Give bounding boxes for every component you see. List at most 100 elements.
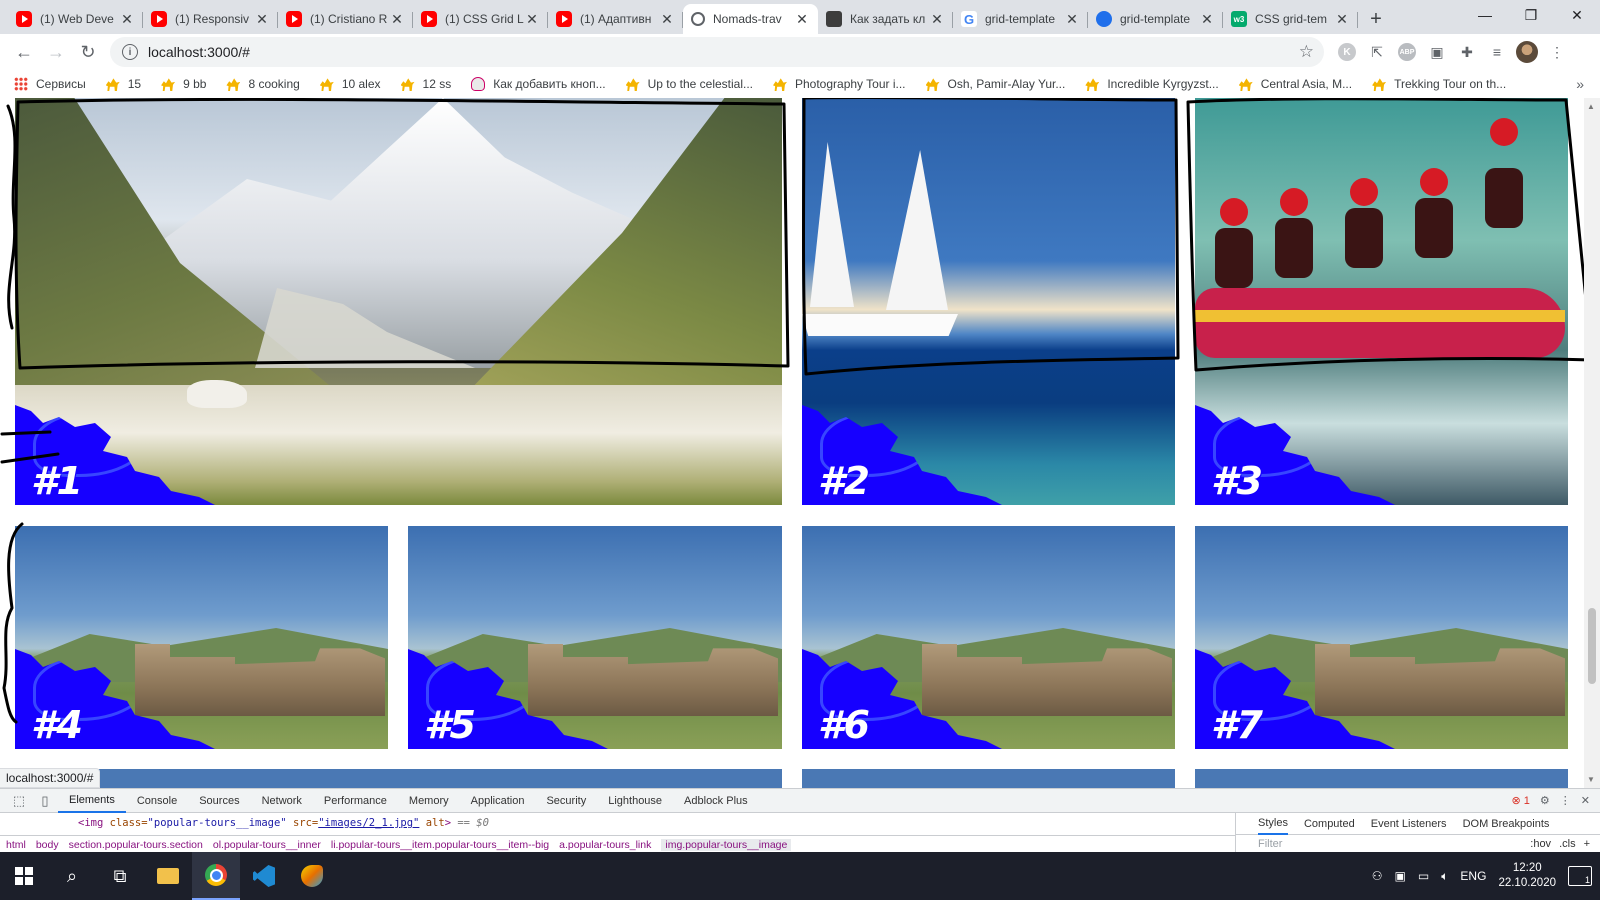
- bookmark-item[interactable]: Central Asia, M...: [1238, 77, 1352, 91]
- next-row-card[interactable]: [802, 769, 1175, 788]
- page-scrollbar[interactable]: ▲ ▼: [1584, 98, 1600, 788]
- browser-tab[interactable]: Nomads-trav ✕: [683, 4, 818, 34]
- breadcrumb-item[interactable]: img.popular-tours__image: [661, 838, 792, 851]
- filter-input[interactable]: Filter: [1258, 838, 1282, 850]
- reload-icon[interactable]: ↻: [72, 36, 104, 68]
- devtools-tab-elements[interactable]: Elements: [58, 789, 126, 813]
- devtools-tab-adblock-plus[interactable]: Adblock Plus: [673, 789, 759, 813]
- browser-tab[interactable]: (1) Web Deve ✕: [8, 4, 143, 34]
- close-devtools-icon[interactable]: ✕: [1581, 794, 1590, 807]
- media-control-icon[interactable]: ≡: [1482, 37, 1512, 67]
- breadcrumb-item[interactable]: ol.popular-tours__inner: [213, 839, 321, 851]
- adblock-extension-icon[interactable]: ABP: [1398, 43, 1416, 61]
- bookmark-item[interactable]: Incredible Kyrgyzst...: [1085, 77, 1219, 91]
- bookmark-item[interactable]: Osh, Pamir-Alay Yur...: [925, 77, 1065, 91]
- bookmark-item[interactable]: 8 cooking: [226, 77, 300, 91]
- sidebar-tab-dom-breakpoints[interactable]: DOM Breakpoints: [1463, 818, 1550, 830]
- task-view-icon[interactable]: ⧉: [96, 852, 144, 900]
- address-bar[interactable]: i localhost:3000/# ☆: [110, 37, 1324, 67]
- bookmark-item[interactable]: 12 ss: [400, 77, 451, 91]
- scroll-up-icon[interactable]: ▲: [1587, 102, 1595, 111]
- devtools-menu-icon[interactable]: ⋮: [1560, 794, 1571, 807]
- chrome-taskbar-button[interactable]: [192, 852, 240, 900]
- browser-tab[interactable]: (1) CSS Grid L ✕: [413, 4, 548, 34]
- devtools-tab-sources[interactable]: Sources: [188, 789, 250, 813]
- new-tab-button[interactable]: +: [1358, 4, 1394, 34]
- profile-avatar[interactable]: [1516, 41, 1538, 63]
- breadcrumb-item[interactable]: a.popular-tours_link: [559, 839, 651, 851]
- browser-tab[interactable]: (1) Адаптивн ✕: [548, 4, 683, 34]
- bookmark-star-icon[interactable]: ☆: [1299, 42, 1314, 62]
- notifications-icon[interactable]: 1: [1568, 866, 1592, 886]
- tab-close-icon[interactable]: ✕: [794, 11, 810, 28]
- extension-picture-icon[interactable]: ▣: [1422, 37, 1452, 67]
- error-count-badge[interactable]: ⊗ 1: [1512, 794, 1530, 807]
- tray-app-icon[interactable]: ▣: [1395, 869, 1406, 883]
- filter-option[interactable]: +: [1584, 838, 1590, 850]
- tab-close-icon[interactable]: ✕: [524, 11, 540, 28]
- minimize-icon[interactable]: —: [1462, 0, 1508, 30]
- settings-gear-icon[interactable]: ⚙: [1540, 794, 1550, 807]
- site-info-icon[interactable]: i: [122, 44, 138, 60]
- tab-close-icon[interactable]: ✕: [389, 11, 405, 28]
- devtools-tab-lighthouse[interactable]: Lighthouse: [597, 789, 673, 813]
- scroll-down-icon[interactable]: ▼: [1587, 775, 1595, 784]
- tab-close-icon[interactable]: ✕: [1199, 11, 1215, 28]
- bookmark-item[interactable]: Photography Tour i...: [773, 77, 906, 91]
- devtools-tab-console[interactable]: Console: [126, 789, 188, 813]
- tab-close-icon[interactable]: ✕: [254, 11, 270, 28]
- file-explorer-button[interactable]: [144, 852, 192, 900]
- sidebar-tab-event-listeners[interactable]: Event Listeners: [1371, 818, 1447, 830]
- styles-filter[interactable]: Filter :hov .cls +: [1236, 835, 1600, 853]
- restore-icon[interactable]: ❐: [1508, 0, 1554, 30]
- network-icon[interactable]: ▭: [1418, 869, 1429, 883]
- menu-kebab-icon[interactable]: ⋮: [1542, 37, 1572, 67]
- browser-tab[interactable]: (1) Responsiv ✕: [143, 4, 278, 34]
- devtools-tab-performance[interactable]: Performance: [313, 789, 398, 813]
- browser-tab[interactable]: w3 CSS grid-tem ✕: [1223, 4, 1358, 34]
- tab-close-icon[interactable]: ✕: [1064, 11, 1080, 28]
- next-row-card[interactable]: [15, 769, 782, 788]
- bookmark-item[interactable]: Сервисы: [14, 77, 86, 91]
- devtools-tab-application[interactable]: Application: [460, 789, 536, 813]
- breadcrumb-item[interactable]: body: [36, 839, 59, 851]
- tab-close-icon[interactable]: ✕: [119, 11, 135, 28]
- devtools-tab-security[interactable]: Security: [535, 789, 597, 813]
- tour-card-2[interactable]: #2: [802, 98, 1175, 505]
- selected-node-line[interactable]: <img class="popular-tours__image" src="i…: [78, 817, 489, 829]
- tour-card-3[interactable]: #3: [1195, 98, 1568, 505]
- bookmark-item[interactable]: Up to the celestial...: [625, 77, 753, 91]
- image-src-link[interactable]: "images/2_1.jpg": [318, 817, 419, 829]
- breadcrumb-item[interactable]: section.popular-tours.section: [69, 839, 203, 851]
- volume-icon[interactable]: 🔈︎: [1441, 869, 1448, 884]
- people-icon[interactable]: ⚇: [1372, 869, 1383, 883]
- sidebar-tab-styles[interactable]: Styles: [1258, 813, 1288, 835]
- tour-card-6[interactable]: #6: [802, 526, 1175, 749]
- k-extension-icon[interactable]: K: [1338, 43, 1356, 61]
- search-icon[interactable]: ⌕: [48, 852, 96, 900]
- bookmarks-overflow-icon[interactable]: »: [1576, 76, 1584, 92]
- scrollbar-thumb[interactable]: [1588, 608, 1596, 684]
- tab-close-icon[interactable]: ✕: [1334, 11, 1350, 28]
- sidebar-tab-computed[interactable]: Computed: [1304, 818, 1355, 830]
- clock[interactable]: 12:20 22.10.2020: [1498, 861, 1556, 891]
- tour-card-1[interactable]: #1: [15, 98, 782, 505]
- devtools-tab-network[interactable]: Network: [251, 789, 313, 813]
- browser-tab[interactable]: grid-template ✕: [1088, 4, 1223, 34]
- devtools-tab-memory[interactable]: Memory: [398, 789, 460, 813]
- bookmark-item[interactable]: Trekking Tour on th...: [1372, 77, 1506, 91]
- browser-tab[interactable]: Как задать кл ✕: [818, 4, 953, 34]
- push-extension-icon[interactable]: ⇱: [1362, 37, 1392, 67]
- bookmark-item[interactable]: Как добавить кноп...: [471, 77, 606, 91]
- tour-card-5[interactable]: #5: [408, 526, 782, 749]
- filter-option[interactable]: .cls: [1559, 838, 1576, 850]
- parrot-app-button[interactable]: [288, 852, 336, 900]
- tab-close-icon[interactable]: ✕: [929, 11, 945, 28]
- vscode-taskbar-button[interactable]: [240, 852, 288, 900]
- back-icon[interactable]: ←: [8, 36, 40, 68]
- tour-card-4[interactable]: #4: [15, 526, 388, 749]
- bookmark-item[interactable]: 15: [105, 77, 141, 91]
- bookmark-item[interactable]: 9 bb: [161, 77, 206, 91]
- browser-tab[interactable]: Ggrid-template ✕: [953, 4, 1088, 34]
- puzzle-icon[interactable]: ✚: [1452, 37, 1482, 67]
